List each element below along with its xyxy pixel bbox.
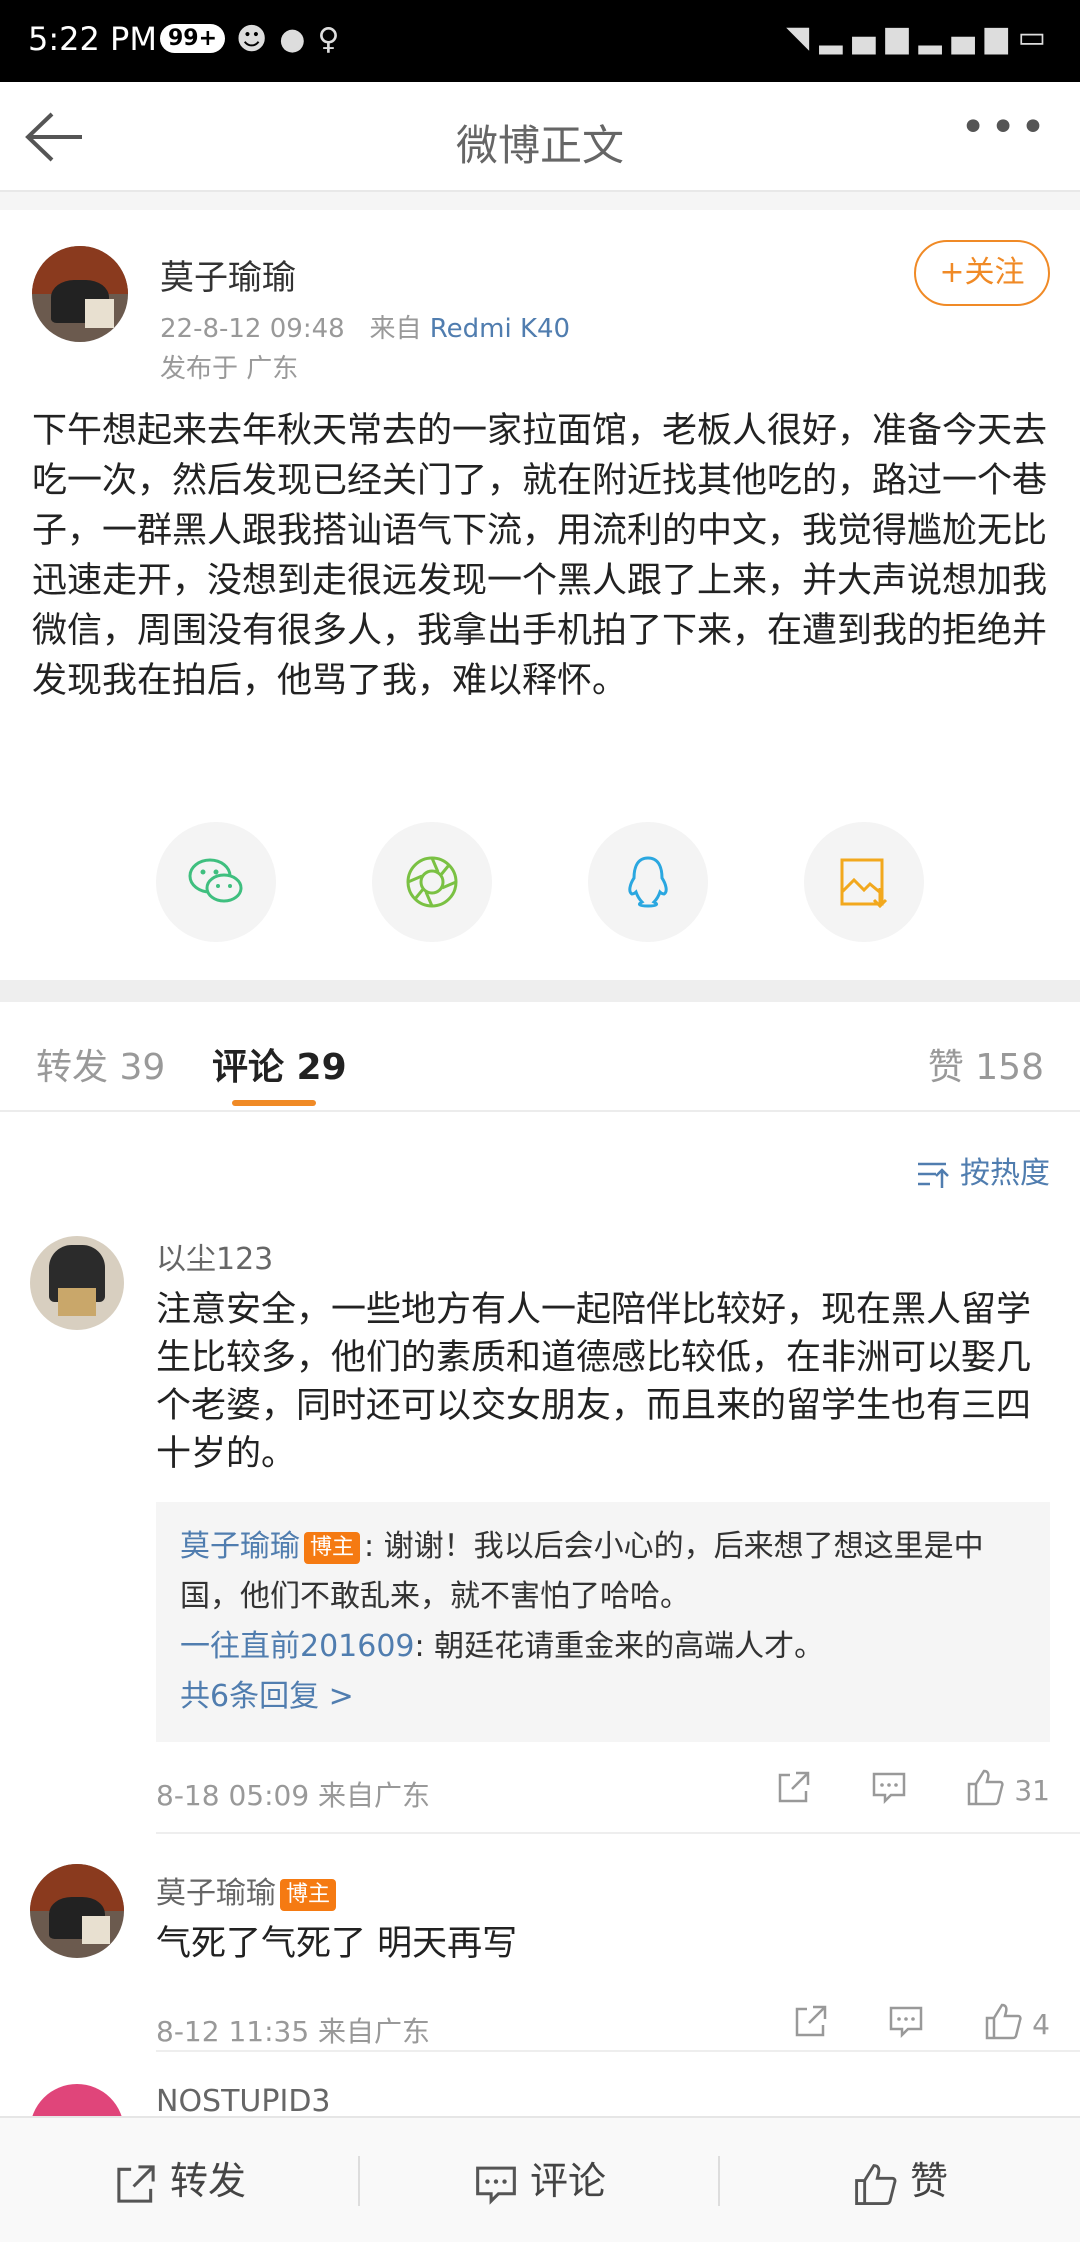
sort-icon: [918, 1162, 950, 1188]
author-name[interactable]: 莫子瑜瑜: [160, 250, 296, 299]
comment-text: 注意安全，一些地方有人一起陪伴比较好，现在黑人留学生比较多，他们的素质和道德感比…: [156, 1290, 1032, 1474]
top-nav: 微博正文 •••: [0, 82, 1080, 192]
reply-text: : 朝廷花请重金来的高端人才。: [414, 1629, 825, 1664]
comment-button[interactable]: 评论: [360, 2118, 720, 2244]
reply-user[interactable]: 一往直前201609: [180, 1629, 415, 1664]
like-icon[interactable]: [965, 1768, 1005, 1813]
reply-icon[interactable]: [888, 2003, 924, 2046]
more-menu-button[interactable]: •••: [960, 102, 1050, 153]
tab-comment-label: 评论 29: [212, 1047, 347, 1088]
like-icon[interactable]: [983, 2002, 1023, 2047]
post-date: 22-8-12 09:48: [160, 314, 345, 344]
repost-label: 转发: [169, 2159, 246, 2203]
wechat-icon: [188, 858, 243, 903]
comment-text: 气死了气死了 明天再写: [156, 1924, 518, 1964]
commenter-name[interactable]: 莫子瑜瑜: [156, 1876, 276, 1911]
comment-actions: 4: [743, 2002, 1050, 2047]
tab-active-indicator: [232, 1100, 316, 1106]
author-tag: 博主: [304, 1531, 361, 1564]
tab-like[interactable]: 赞 158: [928, 1038, 1044, 1090]
commenter-name-row: 莫子瑜瑜 博主: [156, 1868, 340, 1912]
comment-icon: [476, 2166, 516, 2205]
post-card: 莫子瑜瑜 22-8-12 09:48 来自 Redmi K40 发布于 广东 +…: [0, 210, 1080, 980]
like-button[interactable]: 赞: [720, 2118, 1080, 2244]
comment-divider: [156, 2050, 1080, 2052]
like-count: 4: [1032, 2008, 1050, 2041]
source-prefix: 来自: [369, 314, 422, 344]
comment-actions: 31: [726, 1768, 1050, 1813]
comment-label: 评论: [529, 2159, 606, 2203]
post-content: 下午想起来去年秋天常去的一家拉面馆，老板人很好，准备今天去吃一次，然后发现已经关…: [32, 411, 1048, 701]
like-label: 赞: [909, 2159, 948, 2203]
share-qq-button[interactable]: [588, 822, 708, 942]
page-title: 微博正文: [455, 121, 624, 170]
post-location: 发布于 广东: [160, 354, 299, 384]
comment-divider: [156, 1832, 1080, 1834]
like-icon: [855, 2163, 897, 2205]
status-bar: 5:22 PM 99+ ☻●♀ ◥▂▄▆▂▄▆▭: [0, 0, 1080, 82]
commenter-avatar[interactable]: [30, 1236, 124, 1330]
repost-icon: [117, 2164, 155, 2203]
status-icons-right: ◥▂▄▆▂▄▆▭: [786, 20, 1056, 55]
tab-repost[interactable]: 转发 39: [36, 1038, 165, 1090]
sort-label: 按热度: [960, 1156, 1050, 1191]
comment-time: 8-18 05:09 来自广东: [156, 1779, 431, 1812]
share-moments-button[interactable]: [372, 822, 492, 942]
status-icons-left: ☻●♀: [236, 22, 352, 57]
follow-button[interactable]: +关注: [914, 240, 1050, 306]
reply-text: : 谢谢！我以后会小心的，后来想了想这里是中国，他们不敢乱来，就不害怕了哈哈。: [180, 1529, 984, 1614]
commenter-name[interactable]: NOSTUPID3: [156, 2084, 331, 2116]
repost-icon[interactable]: [776, 1769, 812, 1812]
commenter-avatar[interactable]: [30, 1864, 124, 1958]
save-image-icon: [840, 858, 888, 909]
save-image-button[interactable]: [804, 822, 924, 942]
author-avatar[interactable]: [32, 246, 128, 342]
post-source[interactable]: Redmi K40: [430, 314, 570, 344]
bottom-action-bar: 转发 评论 赞: [0, 2116, 1080, 2242]
more-replies-link[interactable]: 共6条回复 >: [180, 1672, 1026, 1722]
comment-item: NOSTUPID3: [0, 2080, 1080, 2116]
notification-badge: 99+: [160, 24, 226, 53]
like-count: 31: [1014, 1774, 1050, 1807]
repost-button[interactable]: 转发: [0, 2118, 360, 2244]
post-meta: 22-8-12 09:48 来自 Redmi K40: [160, 308, 570, 345]
status-time: 5:22 PM: [28, 20, 157, 58]
reply-thread[interactable]: 莫子瑜瑜 博主: 谢谢！我以后会小心的，后来想了想这里是中国，他们不敢乱来，就不害…: [156, 1502, 1050, 1742]
qq-icon: [628, 856, 668, 908]
share-wechat-button[interactable]: [156, 822, 276, 942]
section-divider: [0, 980, 1080, 1002]
reply-user[interactable]: 莫子瑜瑜: [180, 1529, 300, 1564]
repost-icon[interactable]: [793, 2003, 829, 2046]
moments-icon: [406, 856, 458, 908]
tab-comment[interactable]: 评论 29: [212, 1038, 347, 1106]
sort-by-hot-button[interactable]: 按热度: [916, 1148, 1050, 1192]
divider: [0, 192, 1080, 210]
reply-item: 莫子瑜瑜 博主: 谢谢！我以后会小心的，后来想了想这里是中国，他们不敢乱来，就不害…: [180, 1522, 1026, 1622]
author-tag: 博主: [280, 1878, 337, 1911]
post-tabs: 转发 39 评论 29 赞 158: [0, 1002, 1080, 1112]
reply-item: 一往直前201609: 朝廷花请重金来的高端人才。: [180, 1622, 1026, 1672]
commenter-name[interactable]: 以尘123: [156, 1234, 273, 1278]
reply-icon[interactable]: [871, 1769, 907, 1812]
comment-time: 8-12 11:35 来自广东: [156, 2015, 431, 2048]
commenter-avatar[interactable]: [30, 2084, 124, 2116]
